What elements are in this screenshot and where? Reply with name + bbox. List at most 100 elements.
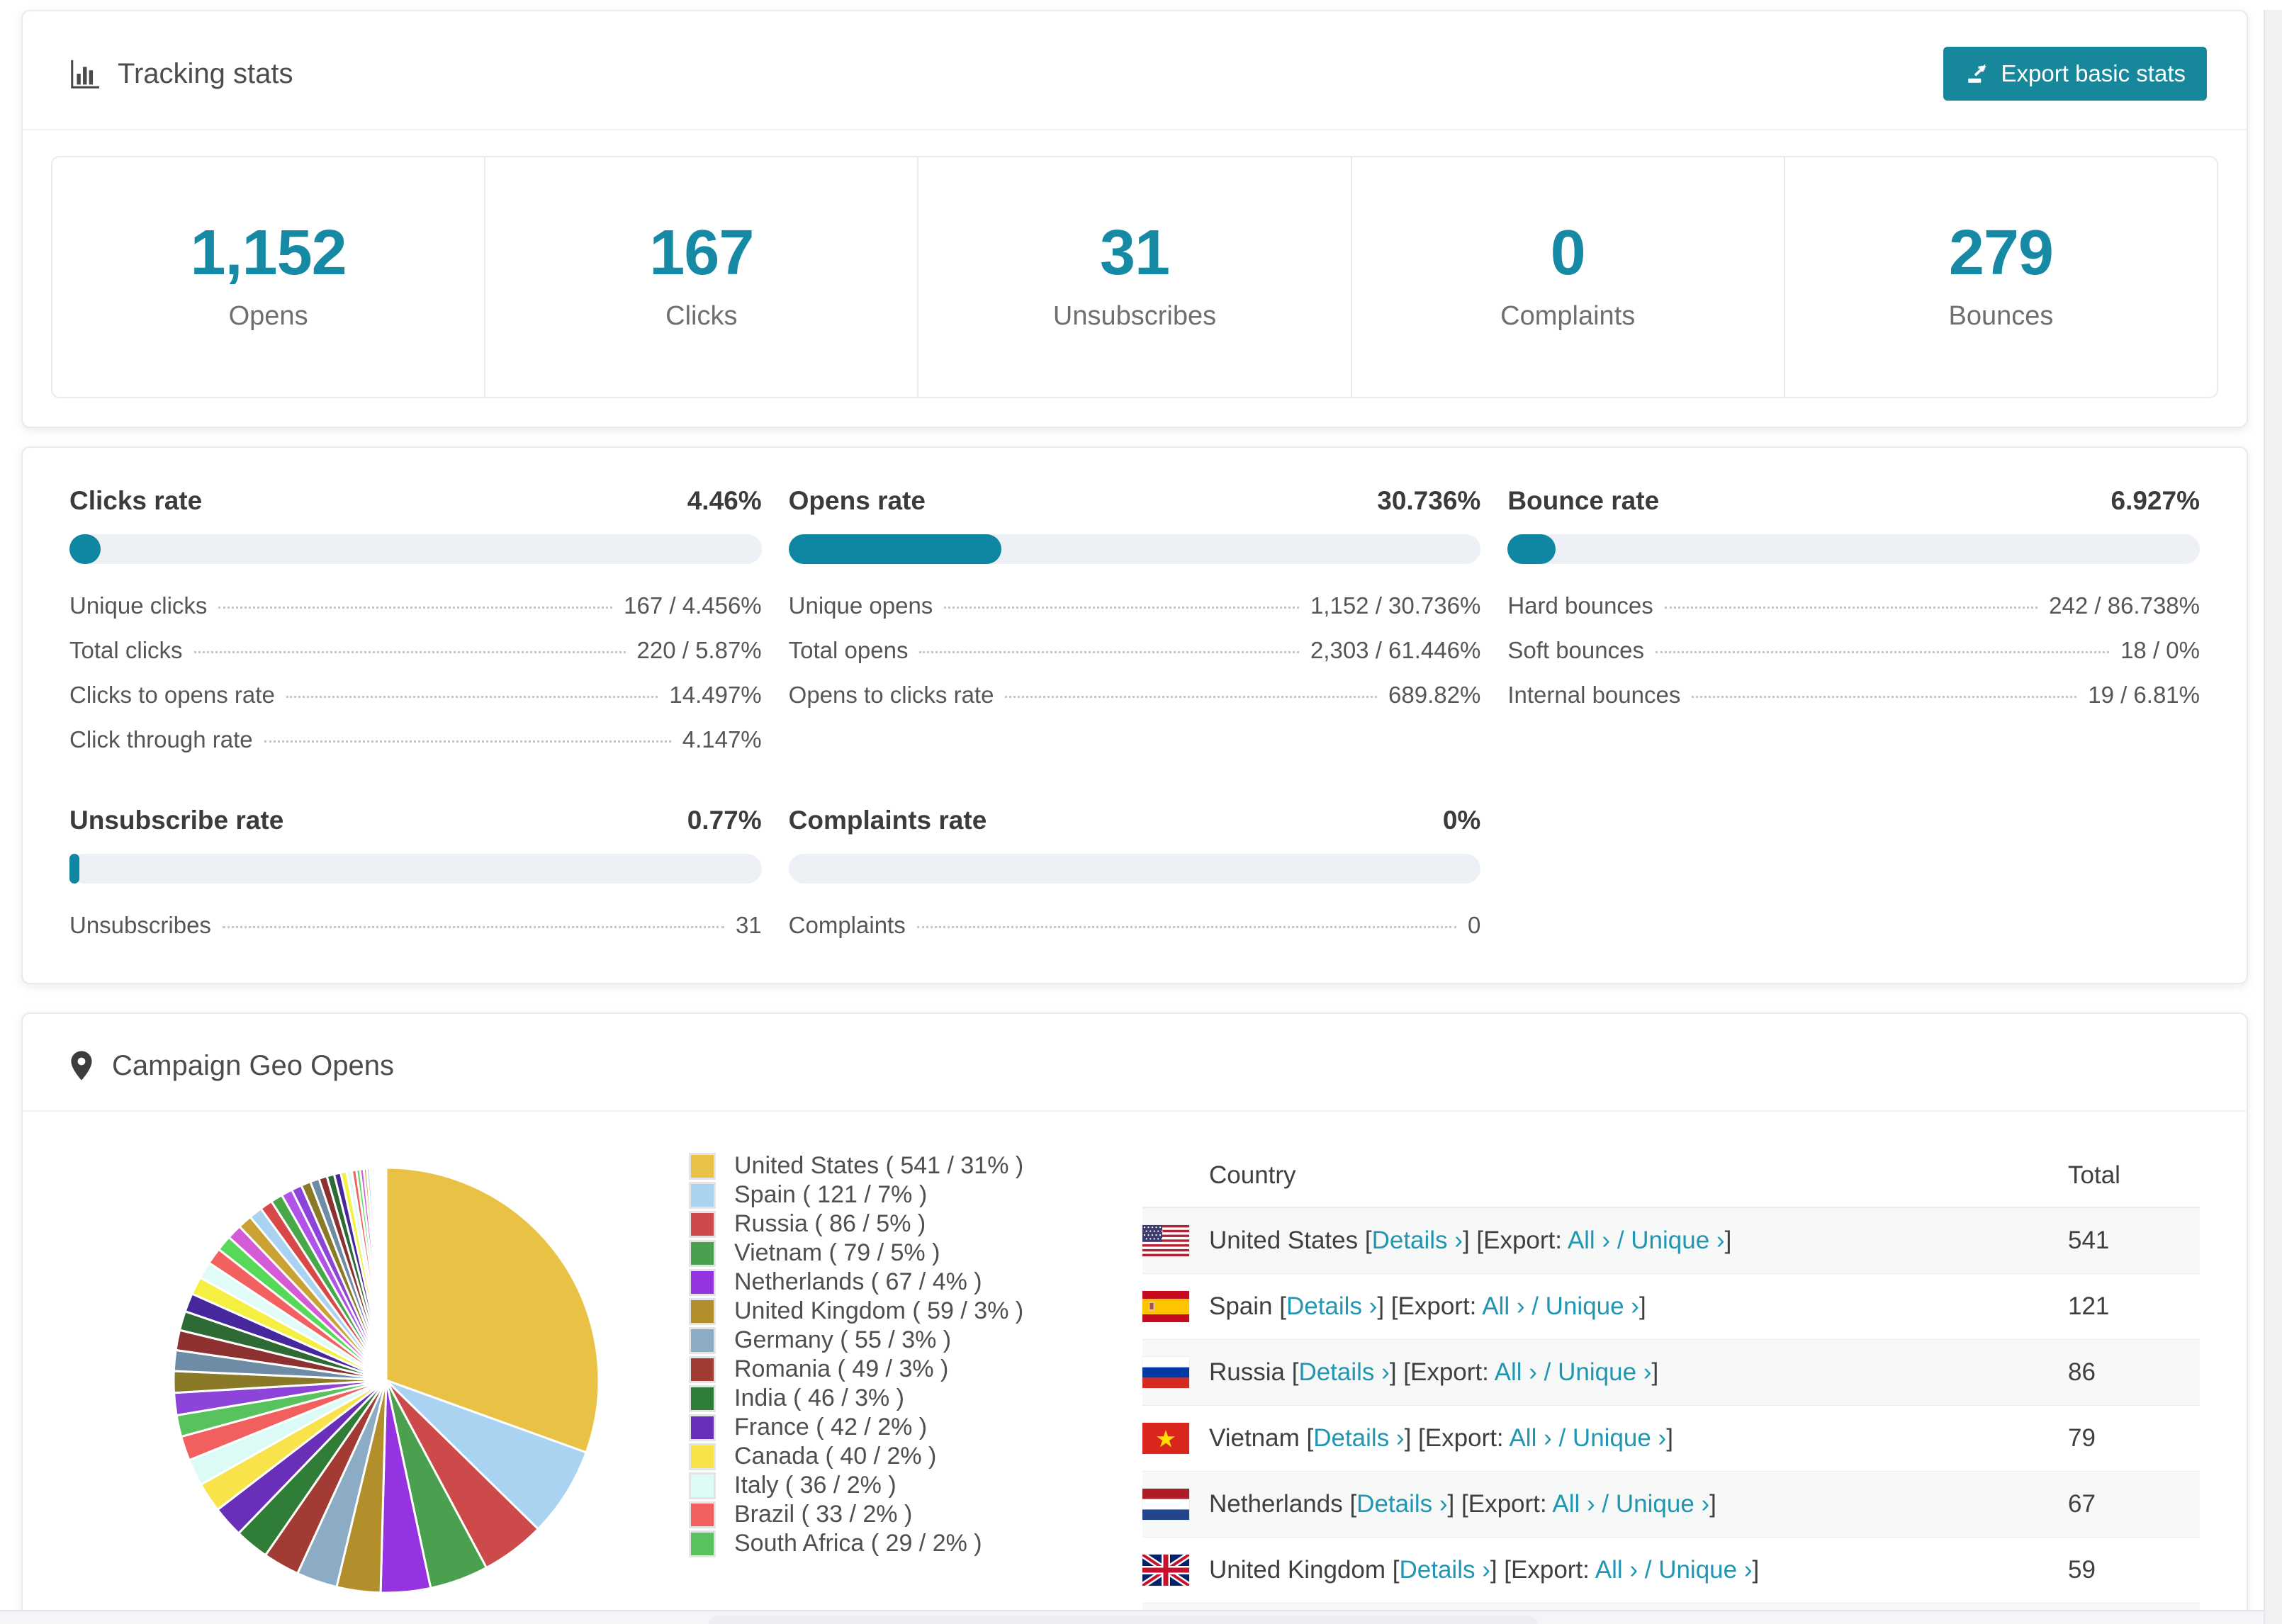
legend-item-russia: Russia ( 86 / 5% )	[689, 1209, 1023, 1239]
legend-swatch	[689, 1472, 716, 1499]
rate-row-label: Opens to clicks rate	[788, 682, 994, 708]
flag-es	[1142, 1291, 1189, 1322]
table-row-vietnam: Vietnam [Details ›] [Export: All › / Uni…	[1142, 1406, 2200, 1472]
rate-progressbar	[1507, 534, 2200, 564]
bracket-close: ]	[1709, 1490, 1716, 1518]
geo-title: Campaign Geo Opens	[112, 1049, 395, 1081]
bracket-text: ] [Export:	[1490, 1556, 1595, 1584]
rate-block-header: Clicks rate 4.46%	[69, 486, 762, 516]
legend-label: India ( 46 / 3% )	[734, 1385, 905, 1411]
details-link[interactable]: Details ›	[1399, 1556, 1490, 1584]
legend-item-romania: Romania ( 49 / 3% )	[689, 1355, 1023, 1384]
legend-swatch	[689, 1443, 716, 1470]
rate-detail-row: Unique clicks 167 / 4.456%	[69, 592, 762, 619]
export-basic-stats-button[interactable]: Export basic stats	[1943, 47, 2207, 101]
export-all-link[interactable]: All ›	[1482, 1292, 1524, 1320]
details-link[interactable]: Details ›	[1356, 1490, 1447, 1518]
legend-label: Netherlands ( 67 / 4% )	[734, 1268, 982, 1295]
rate-row-value: 220 / 5.87%	[636, 637, 762, 663]
total-cell: 121	[2068, 1292, 2110, 1320]
legend-swatch	[689, 1181, 716, 1209]
details-link[interactable]: Details ›	[1286, 1292, 1377, 1320]
country-name: Vietnam [	[1209, 1424, 1314, 1452]
details-link[interactable]: Details ›	[1298, 1358, 1389, 1386]
rate-detail-rows: Complaints 0	[789, 912, 1481, 939]
page-scrollbar[interactable]	[2264, 10, 2282, 1624]
dotted-leader	[916, 926, 1456, 928]
legend-item-france: France ( 42 / 2% )	[689, 1413, 1023, 1442]
legend-swatch	[689, 1326, 716, 1354]
rate-value: 30.736%	[1377, 486, 1481, 515]
link-separator: /	[1595, 1490, 1616, 1518]
rate-progressbar	[69, 854, 762, 884]
stat-cell-complaints: 0 Complaints	[1352, 157, 1785, 397]
legend-label: United States ( 541 / 31% )	[734, 1152, 1024, 1179]
map-pin-icon	[71, 1051, 92, 1081]
total-column-header: Total	[2068, 1161, 2120, 1189]
country-name: Netherlands [	[1209, 1490, 1357, 1518]
export-unique-link[interactable]: Unique ›	[1558, 1358, 1651, 1386]
rate-title: Complaints rate	[788, 806, 987, 835]
rate-row-value: 242 / 86.738%	[2049, 592, 2200, 619]
export-all-link[interactable]: All ›	[1595, 1556, 1638, 1584]
rate-detail-rows: Unique clicks 167 / 4.456% Total clicks 220…	[69, 592, 762, 753]
export-unique-link[interactable]: Unique ›	[1658, 1556, 1752, 1584]
bar-chart-icon	[71, 60, 100, 89]
link-separator: /	[1551, 1424, 1573, 1452]
link-separator: /	[1638, 1556, 1659, 1584]
export-all-link[interactable]: All ›	[1552, 1490, 1595, 1518]
flag-nl	[1142, 1489, 1189, 1520]
legend-label: Spain ( 121 / 7% )	[734, 1181, 928, 1208]
export-unique-link[interactable]: Unique ›	[1546, 1292, 1639, 1320]
rate-block-opens-rate: Opens rate 30.736% Unique opens 1,152 / 30.…	[788, 486, 1481, 753]
country-cell: Spain [Details ›] [Export: All › / Uniqu…	[1209, 1292, 2068, 1321]
country-name: Russia [	[1209, 1358, 1299, 1386]
rate-detail-row: Complaints 0	[789, 912, 1481, 939]
total-cell: 67	[2068, 1490, 2096, 1518]
rate-detail-rows: Unique opens 1,152 / 30.736% Total opens 2,…	[789, 592, 1481, 709]
export-unique-link[interactable]: Unique ›	[1616, 1490, 1709, 1518]
rate-row-label: Click through rate	[69, 726, 253, 752]
export-all-link[interactable]: All ›	[1509, 1424, 1551, 1452]
header-divider	[23, 129, 2247, 130]
export-all-link[interactable]: All ›	[1568, 1227, 1610, 1254]
export-all-link[interactable]: All ›	[1495, 1358, 1537, 1386]
bracket-text: ] [Export:	[1389, 1358, 1495, 1386]
stat-value: 31	[1099, 218, 1170, 288]
summary-stats-row: 1,152 Opens 167 Clicks 31 Unsubscribes 0 Compla…	[51, 156, 2218, 398]
rate-row-label: Complaints	[788, 912, 906, 938]
legend-swatch	[689, 1210, 716, 1238]
country-cell: United Kingdom [Details ›] [Export: All …	[1209, 1556, 2068, 1584]
bottom-partial-element	[709, 1615, 1538, 1624]
rate-row-label: Total opens	[788, 637, 909, 663]
rate-block-header: Unsubscribe rate 0.77%	[69, 806, 762, 835]
legend-label: South Africa ( 29 / 2% )	[734, 1530, 982, 1557]
export-unique-link[interactable]: Unique ›	[1631, 1227, 1724, 1254]
country-column-header: Country	[1209, 1161, 1296, 1189]
dotted-leader	[1655, 651, 2110, 653]
total-cell: 79	[2068, 1424, 2096, 1452]
rate-value: 4.46%	[687, 486, 762, 515]
details-link[interactable]: Details ›	[1372, 1227, 1463, 1254]
flag-ru	[1142, 1357, 1189, 1388]
legend-item-netherlands: Netherlands ( 67 / 4% )	[689, 1268, 1023, 1297]
stat-cell-unsubscribes: 31 Unsubscribes	[918, 157, 1352, 397]
rate-block-header: Bounce rate 6.927%	[1507, 486, 2200, 516]
details-link[interactable]: Details ›	[1313, 1424, 1404, 1452]
dotted-leader	[222, 926, 724, 928]
export-button-label: Export basic stats	[2001, 60, 2186, 86]
rate-title: Unsubscribe rate	[69, 806, 284, 835]
stat-label: Bounces	[1948, 301, 2054, 331]
rate-row-value: 0	[1467, 912, 1481, 938]
bracket-close: ]	[1666, 1424, 1673, 1452]
rate-row-value: 167 / 4.456%	[624, 592, 762, 619]
table-row-united-states: United States [Details ›] [Export: All ›…	[1142, 1208, 2200, 1274]
rate-progressbar-fill	[69, 534, 101, 564]
rate-value: 0%	[1442, 806, 1481, 835]
export-unique-link[interactable]: Unique ›	[1573, 1424, 1666, 1452]
flag-gb	[1142, 1555, 1189, 1586]
bracket-text: ] [Export:	[1462, 1227, 1568, 1254]
geo-table-body: United States [Details ›] [Export: All ›…	[1142, 1208, 2200, 1620]
bracket-text: ] [Export:	[1447, 1490, 1553, 1518]
legend-label: Russia ( 86 / 5% )	[734, 1210, 926, 1237]
